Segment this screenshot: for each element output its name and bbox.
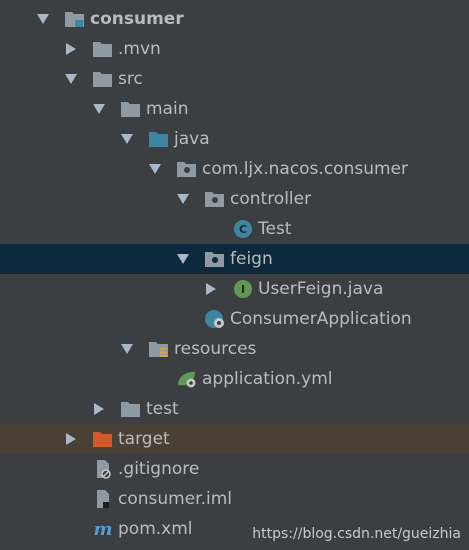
folder-icon — [120, 99, 142, 119]
chevron-down-icon[interactable] — [120, 342, 134, 356]
folder-icon — [92, 39, 114, 59]
chevron-down-icon[interactable] — [176, 192, 190, 206]
tree-item-test-dir[interactable]: test — [0, 394, 469, 424]
chevron-down-icon[interactable] — [148, 162, 162, 176]
chevron-right-icon[interactable] — [204, 282, 218, 296]
source-folder-icon — [148, 129, 170, 149]
chevron-right-icon[interactable] — [64, 432, 78, 446]
tree-item-label: consumer.iml — [118, 489, 233, 509]
tree-item-label: application.yml — [202, 369, 333, 389]
tree-item-label: controller — [230, 189, 312, 209]
chevron-down-icon[interactable] — [120, 132, 134, 146]
resources-folder-icon — [148, 339, 170, 359]
module-folder-icon — [64, 9, 86, 29]
module-file-icon — [92, 489, 114, 509]
chevron-down-icon[interactable] — [176, 252, 190, 266]
tree-item-src[interactable]: src — [0, 64, 469, 94]
chevron-down-icon[interactable] — [36, 12, 50, 26]
package-icon — [176, 159, 198, 179]
chevron-down-icon[interactable] — [92, 102, 106, 116]
tree-item-consumer[interactable]: consumer — [0, 4, 469, 34]
svg-text:I: I — [241, 283, 245, 296]
tree-item-label: pom.xml — [118, 519, 193, 539]
tree-item-java[interactable]: java — [0, 124, 469, 154]
spring-boot-class-icon — [204, 309, 226, 329]
tree-item-label: src — [118, 69, 143, 89]
tree-item-consumer-iml[interactable]: consumer.iml — [0, 484, 469, 514]
tree-item-label: main — [146, 99, 189, 119]
tree-item-label: .mvn — [118, 39, 161, 59]
tree-item-label: target — [118, 429, 170, 449]
svg-text:C: C — [239, 223, 247, 236]
tree-item-mvn[interactable]: .mvn — [0, 34, 469, 64]
tree-item-application-yml[interactable]: application.yml — [0, 364, 469, 394]
class-icon: C — [232, 219, 254, 239]
tree-item-controller[interactable]: controller — [0, 184, 469, 214]
spring-config-icon — [176, 369, 198, 389]
tree-item-label: java — [174, 129, 210, 149]
tree-item-label: UserFeign.java — [258, 279, 384, 299]
tree-item-feign[interactable]: feign — [0, 244, 469, 274]
folder-icon — [92, 69, 114, 89]
ignored-file-icon — [92, 459, 114, 479]
tree-item-label: Test — [258, 219, 292, 239]
tree-item-label: test — [146, 399, 179, 419]
excluded-folder-icon — [92, 429, 114, 449]
tree-item-label: ConsumerApplication — [230, 309, 412, 329]
chevron-down-icon[interactable] — [64, 72, 78, 86]
tree-item-main[interactable]: main — [0, 94, 469, 124]
folder-icon — [120, 399, 142, 419]
tree-item-consumer-application[interactable]: ConsumerApplication — [0, 304, 469, 334]
interface-icon: I — [232, 279, 254, 299]
package-icon — [204, 189, 226, 209]
tree-item-package[interactable]: com.ljx.nacos.consumer — [0, 154, 469, 184]
tree-item-userfeign[interactable]: I UserFeign.java — [0, 274, 469, 304]
chevron-right-icon[interactable] — [64, 42, 78, 56]
tree-item-label: feign — [230, 249, 273, 269]
tree-item-label: consumer — [90, 9, 184, 29]
tree-item-resources[interactable]: resources — [0, 334, 469, 364]
chevron-right-icon[interactable] — [92, 402, 106, 416]
tree-item-label: resources — [174, 339, 257, 359]
tree-item-gitignore[interactable]: .gitignore — [0, 454, 469, 484]
package-icon — [204, 249, 226, 269]
tree-item-target[interactable]: target — [0, 424, 469, 454]
svg-text:m: m — [93, 519, 112, 539]
tree-item-label: com.ljx.nacos.consumer — [202, 159, 408, 179]
maven-icon: m — [92, 519, 114, 539]
tree-item-label: .gitignore — [118, 459, 200, 479]
tree-item-test-class[interactable]: C Test — [0, 214, 469, 244]
watermark: https://blog.csdn.net/gueizhia — [252, 526, 461, 542]
